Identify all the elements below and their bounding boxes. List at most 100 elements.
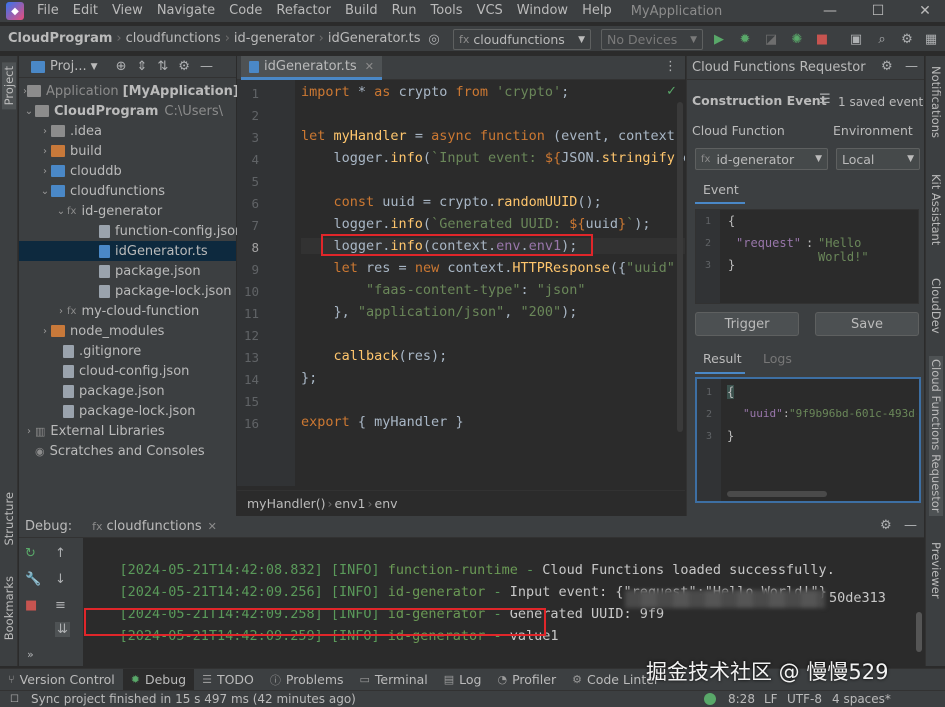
toolwindow-todo[interactable]: ☰ TODO [194, 669, 262, 691]
hide-icon[interactable]: — [200, 59, 213, 74]
save-button[interactable]: Save [815, 312, 919, 336]
previewer-tool-tab[interactable]: Previewer [929, 542, 943, 599]
clouddev-tool-tab[interactable]: CloudDev [929, 278, 943, 334]
toolwindow-log[interactable]: ▤ Log [436, 669, 490, 691]
close-tab-icon[interactable]: ✕ [365, 60, 374, 73]
tree-item-application[interactable]: › Application [MyApplication] [19, 81, 239, 101]
rerun-icon[interactable]: ↻ [25, 546, 36, 561]
menu-build[interactable]: Build [338, 0, 385, 22]
indent-setting[interactable]: 4 spaces* [832, 692, 891, 706]
bookmarks-tool-tab[interactable]: Bookmarks [2, 576, 16, 640]
tree-item-function-config[interactable]: function-config.json [19, 221, 243, 241]
status-message[interactable]: Sync project finished in 15 s 497 ms (42… [31, 692, 356, 706]
toolwindow-terminal[interactable]: ▭ Terminal [352, 669, 436, 691]
tree-item-node-modules[interactable]: › node_modules [19, 321, 236, 341]
project-tool-tab[interactable]: Project [2, 62, 16, 110]
attach-icon[interactable]: ◪ [761, 29, 781, 49]
breadcrumb-file[interactable]: idGenerator.ts [326, 31, 423, 46]
tree-item-external-libraries[interactable]: › ▥ External Libraries [19, 421, 236, 441]
tree-item-package-lock-json[interactable]: package-lock.json [19, 281, 236, 301]
menu-run[interactable]: Run [385, 0, 424, 22]
chevron-down-icon[interactable]: ▼ [91, 62, 98, 72]
hide-icon[interactable]: — [904, 518, 917, 533]
tree-item-package-json-root[interactable]: package.json [19, 381, 236, 401]
breadcrumb-project[interactable]: CloudProgram [6, 31, 114, 46]
ide-menu-icon[interactable]: ▦ [921, 29, 941, 49]
tree-item-id-generator[interactable]: ⌄ fx id-generator [19, 201, 236, 221]
breadcrumb-cloudfunctions[interactable]: cloudfunctions [124, 31, 223, 46]
toolwindow-profiler[interactable]: ◔ Profiler [489, 669, 564, 691]
menu-window[interactable]: Window [510, 0, 575, 22]
debug-tab-cloudfunctions[interactable]: cloudfunctions [107, 519, 202, 534]
profile-icon[interactable]: ✺ [787, 29, 807, 49]
menu-tools[interactable]: Tools [424, 0, 470, 22]
tree-item-package-lock-root[interactable]: package-lock.json [19, 401, 236, 421]
project-panel-title[interactable]: Proj... [50, 59, 87, 74]
debug-bug-icon[interactable]: ✹ [735, 29, 755, 49]
menu-file[interactable]: File [30, 0, 66, 22]
settings-icon[interactable]: ⚙ [897, 29, 917, 49]
more-icon[interactable]: ⋮ [664, 59, 677, 74]
inspection-ok-icon[interactable]: ✓ [666, 84, 677, 99]
editor-code-area[interactable]: import * as crypto from 'crypto'; let my… [295, 80, 685, 486]
saved-events-link[interactable]: 1 saved events [838, 95, 923, 109]
environment-select[interactable]: Local ▼ [836, 148, 920, 170]
gear-icon[interactable]: ⚙ [178, 59, 190, 74]
menu-code[interactable]: Code [222, 0, 269, 22]
gear-icon[interactable]: ⚙ [881, 59, 893, 74]
toolwindow-version-control[interactable]: ⑂ Version Control [0, 669, 123, 691]
expand-icon[interactable]: ⇅ [157, 59, 168, 74]
editor-breadcrumb-item[interactable]: myHandler() [247, 496, 326, 511]
menu-refactor[interactable]: Refactor [269, 0, 338, 22]
menu-vcs[interactable]: VCS [470, 0, 510, 22]
wrench-icon[interactable]: 🔧 [25, 572, 41, 587]
file-encoding[interactable]: UTF-8 [787, 692, 822, 706]
tree-item-idea[interactable]: › .idea [19, 121, 236, 141]
menu-view[interactable]: View [105, 0, 150, 22]
cloud-function-select[interactable]: fx id-generator ▼ [695, 148, 828, 170]
tree-item-scratches[interactable]: ◉ Scratches and Consoles [19, 441, 236, 461]
maximize-icon[interactable]: ☐ [858, 0, 898, 22]
tree-item-cloudfunctions[interactable]: ⌄ cloudfunctions [19, 181, 236, 201]
device-manager-icon[interactable]: ▣ [846, 29, 866, 49]
run-icon[interactable]: ▶ [709, 29, 729, 49]
cfr-tool-tab[interactable]: Cloud Functions Requestor [929, 356, 943, 516]
arrow-up-icon[interactable]: ↑ [55, 546, 66, 561]
toolwindow-debug[interactable]: ✹ Debug [122, 668, 195, 691]
run-config-select[interactable]: fx cloudfunctions ▼ [453, 29, 591, 50]
tree-item-clouddb[interactable]: › clouddb [19, 161, 236, 181]
structure-tool-tab[interactable]: Structure [2, 492, 16, 546]
search-icon[interactable]: ⌕ [872, 29, 892, 49]
device-select[interactable]: No Devices ▼ [601, 29, 703, 50]
tree-item-package-json[interactable]: package.json [19, 261, 236, 281]
soft-wrap-icon[interactable]: ≡ [55, 598, 66, 613]
tab-logs[interactable]: Logs [763, 351, 792, 366]
stop-icon[interactable]: ■ [812, 29, 832, 49]
event-editor[interactable]: 1 2 3 { "request" : "Hello World!" } [695, 209, 919, 304]
tree-item-idgenerator-ts[interactable]: idGenerator.ts [19, 241, 236, 261]
result-scrollbar[interactable] [727, 491, 827, 497]
arrow-down-icon[interactable]: ↓ [55, 572, 66, 587]
tree-item-cloudprogram[interactable]: ⌄ CloudProgram C:\Users\ [19, 101, 236, 121]
minimize-icon[interactable]: — [810, 0, 850, 22]
tab-result[interactable]: Result [703, 351, 742, 366]
close-icon[interactable]: ✕ [905, 0, 945, 22]
menu-edit[interactable]: Edit [66, 0, 105, 22]
status-ok-icon[interactable] [704, 693, 716, 705]
editor-tab[interactable]: idGenerator.ts ✕ [241, 56, 382, 80]
kit-assistant-tool-tab[interactable]: Kit Assistant [929, 174, 943, 245]
stop-icon[interactable]: ■ [25, 598, 37, 613]
editor-breadcrumb-item[interactable]: env1 [335, 496, 366, 511]
tree-item-build[interactable]: › build [19, 141, 236, 161]
editor-scrollbar[interactable] [677, 102, 683, 432]
scroll-to-end-icon[interactable]: ⇊ [55, 622, 70, 637]
tree-item-gitignore[interactable]: .gitignore [19, 341, 236, 361]
result-viewer[interactable]: 1 2 3 { "uuid" : "9f9b96bd-601c-493d-l } [695, 377, 921, 503]
tab-event[interactable]: Event [703, 182, 739, 197]
notifications-tool-tab[interactable]: Notifications [929, 66, 943, 138]
more-icon[interactable]: » [27, 648, 34, 661]
collapse-icon[interactable]: ⇕ [136, 59, 147, 74]
gear-icon[interactable]: ⚙ [880, 518, 892, 533]
caret-position[interactable]: 8:28 [728, 692, 755, 706]
line-separator[interactable]: LF [764, 692, 778, 706]
